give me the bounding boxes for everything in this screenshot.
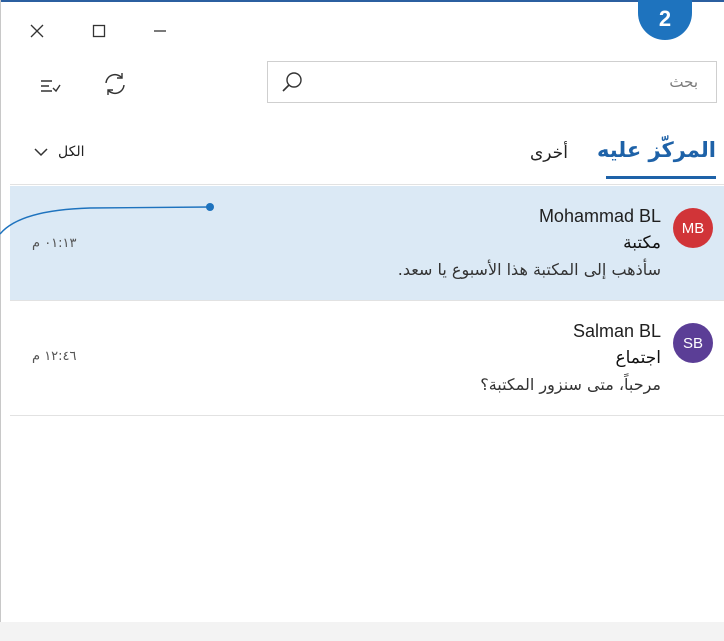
close-button[interactable] <box>22 16 52 46</box>
close-icon <box>30 24 44 38</box>
sync-button[interactable] <box>101 70 129 98</box>
avatar: SB <box>673 323 713 363</box>
maximize-icon <box>92 24 106 38</box>
tab-focused-underline <box>606 176 716 179</box>
sync-icon <box>105 73 125 95</box>
message-preview: مرحباً، متى سنزور المكتبة؟ <box>480 375 661 394</box>
step-badge: 2 <box>638 0 692 40</box>
filter-label: الكل <box>58 144 85 160</box>
window-top-border <box>0 0 724 2</box>
tab-other[interactable]: أخرى <box>530 143 568 163</box>
tab-focused[interactable]: المركّز عليه <box>597 138 716 170</box>
message-divider <box>10 415 724 416</box>
message-sender: Mohammad BL <box>538 206 661 226</box>
minimize-button[interactable] <box>145 16 175 46</box>
message-item[interactable]: SB Salman BL اجتماع مرحباً، متى سنزور ال… <box>10 301 724 415</box>
search-input[interactable] <box>328 62 708 102</box>
window-left-border <box>0 0 1 641</box>
bottom-strip <box>0 622 724 641</box>
message-sender: Salman BL <box>572 321 661 341</box>
message-time: ١٢:٤٦ م <box>32 349 77 364</box>
minimize-icon <box>154 30 166 32</box>
chevron-down-icon <box>34 148 48 157</box>
step-badge-number: 2 <box>658 6 672 31</box>
annotation-pointer <box>0 203 214 235</box>
filter-dropdown[interactable]: الكل <box>34 144 85 160</box>
maximize-button[interactable] <box>84 16 114 46</box>
select-all-icon <box>41 80 61 93</box>
search-field[interactable] <box>267 61 717 103</box>
list-top-divider <box>10 184 724 185</box>
message-subject: مكتبة <box>623 233 661 253</box>
message-subject: اجتماع <box>615 348 661 368</box>
search-icon[interactable] <box>280 70 304 94</box>
message-preview: سأذهب إلى المكتبة هذا الأسبوع يا سعد. <box>397 260 661 279</box>
select-mode-button[interactable] <box>36 72 64 100</box>
avatar: MB <box>673 208 713 248</box>
